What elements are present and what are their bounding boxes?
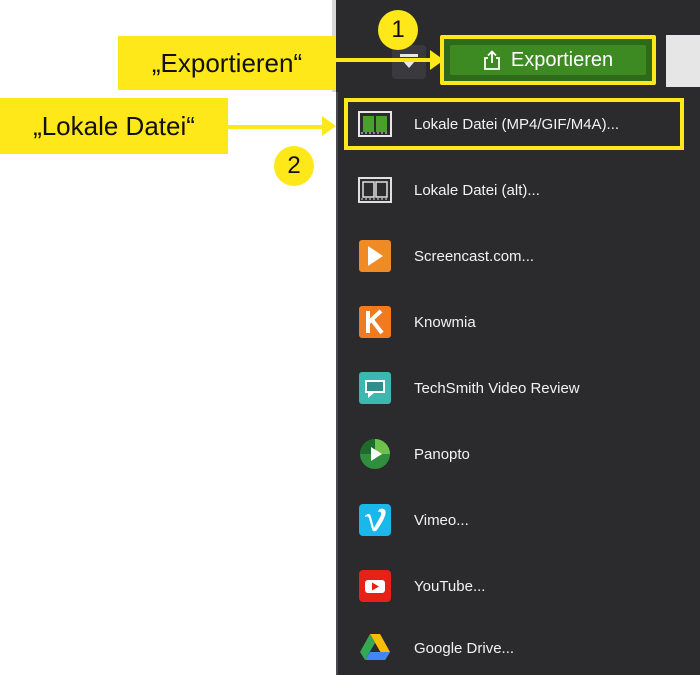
arrow-local-file: [228, 125, 324, 129]
menu-item-techsmith-video-review[interactable]: TechSmith Video Review: [338, 358, 678, 418]
menu-item-knowmia[interactable]: Knowmia: [338, 292, 678, 352]
google-drive-icon: [358, 631, 392, 665]
arrow-export: [336, 58, 434, 62]
export-button[interactable]: Exportieren: [440, 35, 656, 85]
arrowhead-export: [430, 50, 444, 70]
menu-item-label: Lokale Datei (MP4/GIF/M4A)...: [414, 115, 620, 133]
arrowhead-local-file: [322, 116, 336, 136]
panopto-icon: [358, 437, 392, 471]
menu-item-local-file[interactable]: Lokale Datei (MP4/GIF/M4A)...: [344, 98, 684, 150]
share-dropdown-button[interactable]: [392, 45, 426, 79]
film-strip-icon: [358, 107, 392, 141]
menu-item-screencast[interactable]: Screencast.com...: [338, 226, 678, 286]
export-button-label: Exportieren: [510, 48, 614, 71]
toolbar-right-panel: [666, 35, 700, 87]
menu-item-label: Vimeo...: [414, 511, 469, 529]
menu-item-vimeo[interactable]: Vimeo...: [338, 490, 678, 550]
menu-item-panopto[interactable]: Panopto: [338, 424, 678, 484]
youtube-icon: [358, 569, 392, 603]
step-badge-1: 1: [378, 10, 418, 50]
menu-item-google-drive[interactable]: Google Drive...: [338, 618, 678, 675]
chevron-down-icon: [400, 54, 418, 68]
callout-local-file: „Lokale Datei“: [0, 98, 228, 154]
menu-item-label: Google Drive...: [414, 639, 515, 657]
vimeo-icon: [358, 503, 392, 537]
film-strip-outline-icon: [358, 173, 392, 207]
menu-item-label: YouTube...: [414, 577, 486, 595]
menu-item-youtube[interactable]: YouTube...: [338, 556, 678, 616]
menu-item-label: TechSmith Video Review: [414, 379, 580, 397]
screencast-icon: [358, 239, 392, 273]
knowmia-icon: [358, 305, 392, 339]
export-menu: Lokale Datei (MP4/GIF/M4A)... Lokale Dat…: [336, 92, 700, 675]
menu-item-label: Panopto: [414, 445, 470, 463]
step-badge-2: 2: [274, 146, 314, 186]
callout-export: „Exportieren“: [118, 36, 336, 90]
techsmith-video-review-icon: [358, 371, 392, 405]
menu-item-label: Lokale Datei (alt)...: [414, 181, 540, 199]
menu-item-label: Knowmia: [414, 313, 476, 331]
menu-item-label: Screencast.com...: [414, 247, 535, 265]
share-upload-icon: [483, 50, 500, 70]
menu-item-local-file-alt[interactable]: Lokale Datei (alt)...: [338, 160, 678, 220]
